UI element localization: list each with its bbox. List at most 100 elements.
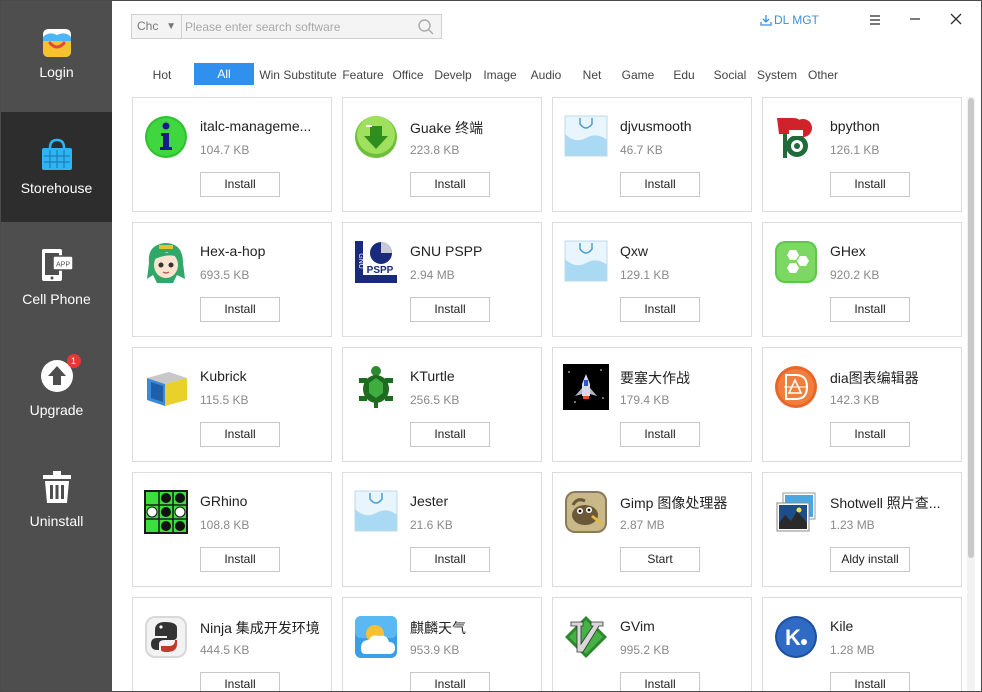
install-button[interactable]: Install (200, 547, 280, 572)
svg-text:GNU: GNU (357, 253, 364, 269)
app-size: 115.5 KB (200, 393, 249, 407)
install-button[interactable]: Install (830, 297, 910, 322)
tab-system[interactable]: System (754, 63, 800, 85)
app-card[interactable]: Ninja 集成开发环境 444.5 KB Install (132, 597, 332, 691)
tab-feature[interactable]: Feature (340, 63, 386, 85)
app-name: Guake 终端 (410, 120, 484, 136)
tab-develp[interactable]: Develp (431, 63, 475, 85)
app-card[interactable]: PSPP GNU GNU PSPP 2.94 MB Install (342, 222, 542, 337)
search-scope-select[interactable]: Chc ▼ (132, 15, 182, 38)
sidebar-item-storehouse[interactable]: Storehouse (1, 112, 112, 222)
upgrade-count-badge: 1 (66, 354, 81, 368)
tab-audio[interactable]: Audio (525, 63, 567, 85)
app-size: 693.5 KB (200, 268, 250, 282)
sidebar-item-login[interactable]: Login (1, 1, 112, 111)
turtle-icon (359, 366, 393, 408)
install-button[interactable]: Install (830, 422, 910, 447)
search-input[interactable] (183, 15, 413, 38)
app-card[interactable]: K Kile 1.28 MB Install (762, 597, 962, 691)
app-size: 46.7 KB (620, 143, 663, 157)
install-button[interactable]: Install (410, 672, 490, 691)
already-installed-button[interactable]: Aldy install (830, 547, 910, 572)
install-button[interactable]: Install (410, 297, 490, 322)
menu-icon[interactable] (865, 11, 885, 29)
start-button[interactable]: Start (620, 547, 700, 572)
install-button[interactable]: Install (410, 422, 490, 447)
install-button[interactable]: Install (410, 172, 490, 197)
app-card[interactable]: Guake 终端 223.8 KB Install (342, 97, 542, 212)
app-name: GRhino (200, 493, 248, 509)
app-card[interactable]: Gimp 图像处理器 2.87 MB Start (552, 472, 752, 587)
tab-image[interactable]: Image (480, 63, 520, 85)
sidebar-item-cell-phone[interactable]: APP Cell Phone (1, 223, 112, 333)
app-card[interactable]: Kubrick 115.5 KB Install (132, 347, 332, 462)
install-button[interactable]: Install (620, 422, 700, 447)
app-card[interactable]: Qxw 129.1 KB Install (552, 222, 752, 337)
sidebar-item-uninstall[interactable]: Uninstall (1, 445, 112, 555)
tab-game[interactable]: Game (617, 63, 659, 85)
scrollbar[interactable] (967, 97, 975, 691)
install-button[interactable]: Install (200, 422, 280, 447)
app-card[interactable]: GVim 995.2 KB Install (552, 597, 752, 691)
app-card[interactable]: bpython 126.1 KB Install (762, 97, 962, 212)
app-card[interactable]: dia图表编辑器 142.3 KB Install (762, 347, 962, 462)
tab-edu[interactable]: Edu (667, 63, 701, 85)
install-button[interactable]: Install (200, 297, 280, 322)
tab-office[interactable]: Office (389, 63, 427, 85)
tab-all[interactable]: All (194, 63, 254, 85)
install-button[interactable]: Install (410, 547, 490, 572)
shopping-bag-icon (564, 240, 608, 282)
scrollbar-thumb[interactable] (968, 98, 974, 558)
install-button[interactable]: Install (620, 172, 700, 197)
bpython-icon (777, 118, 812, 158)
app-card[interactable]: 要塞大作战 179.4 KB Install (552, 347, 752, 462)
sidebar-item-label: Login (39, 64, 74, 80)
app-card[interactable]: Jester 21.6 KB Install (342, 472, 542, 587)
install-button[interactable]: Install (620, 672, 700, 691)
tab-hot[interactable]: Hot (146, 63, 178, 85)
install-button[interactable]: Install (200, 172, 280, 197)
sidebar-item-label: Storehouse (20, 180, 93, 196)
close-icon[interactable] (946, 11, 966, 29)
tab-win-substitute[interactable]: Win Substitute (256, 63, 340, 85)
app-name: GVim (620, 618, 655, 634)
sidebar-item-upgrade[interactable]: 1 Upgrade (1, 334, 112, 444)
app-size: 142.3 KB (830, 393, 880, 407)
install-button[interactable]: Install (200, 672, 280, 691)
search-scope-value: Chc (137, 19, 159, 33)
app-card[interactable]: KTurtle 256.5 KB Install (342, 347, 542, 462)
install-button[interactable]: Install (830, 172, 910, 197)
chevron-down-icon: ▼ (166, 21, 176, 32)
search-icon[interactable] (417, 18, 435, 36)
svg-text:APP: APP (55, 262, 69, 269)
app-card[interactable]: italc-manageme... 104.7 KB Install (132, 97, 332, 212)
tab-net[interactable]: Net (576, 63, 608, 85)
svg-text:K: K (785, 625, 801, 650)
install-button[interactable]: Install (830, 672, 910, 691)
app-name: Kubrick (200, 368, 247, 384)
sidebar-item-label: Cell Phone (22, 291, 91, 307)
app-size: 2.94 MB (410, 268, 455, 282)
app-card[interactable]: Shotwell 照片查... 1.23 MB Aldy install (762, 472, 962, 587)
app-size: 104.7 KB (200, 143, 250, 157)
shopping-bag-icon (41, 138, 72, 170)
install-button[interactable]: Install (620, 297, 700, 322)
app-size: 108.8 KB (200, 518, 250, 532)
minimize-icon[interactable] (905, 11, 925, 29)
anime-girl-icon (147, 243, 185, 283)
app-size: 953.9 KB (410, 643, 460, 657)
tab-social[interactable]: Social (710, 63, 750, 85)
app-card[interactable]: Hex-a-hop 693.5 KB Install (132, 222, 332, 337)
download-manager-button[interactable]: DL MGT (760, 13, 819, 27)
app-card[interactable]: djvusmooth 46.7 KB Install (552, 97, 752, 212)
app-card[interactable]: GHex 920.2 KB Install (762, 222, 962, 337)
app-card[interactable]: GRhino 108.8 KB Install (132, 472, 332, 587)
spaceship-icon (563, 364, 609, 410)
app-name: dia图表编辑器 (830, 370, 919, 386)
app-name: Hex-a-hop (200, 243, 266, 259)
top-bar: Chc ▼ DL MGT (112, 1, 981, 51)
tab-other[interactable]: Other (803, 63, 843, 85)
app-card[interactable]: 麒麟天气 953.9 KB Install (342, 597, 542, 691)
app-name: Ninja 集成开发环境 (200, 620, 320, 636)
photos-icon (776, 492, 816, 532)
